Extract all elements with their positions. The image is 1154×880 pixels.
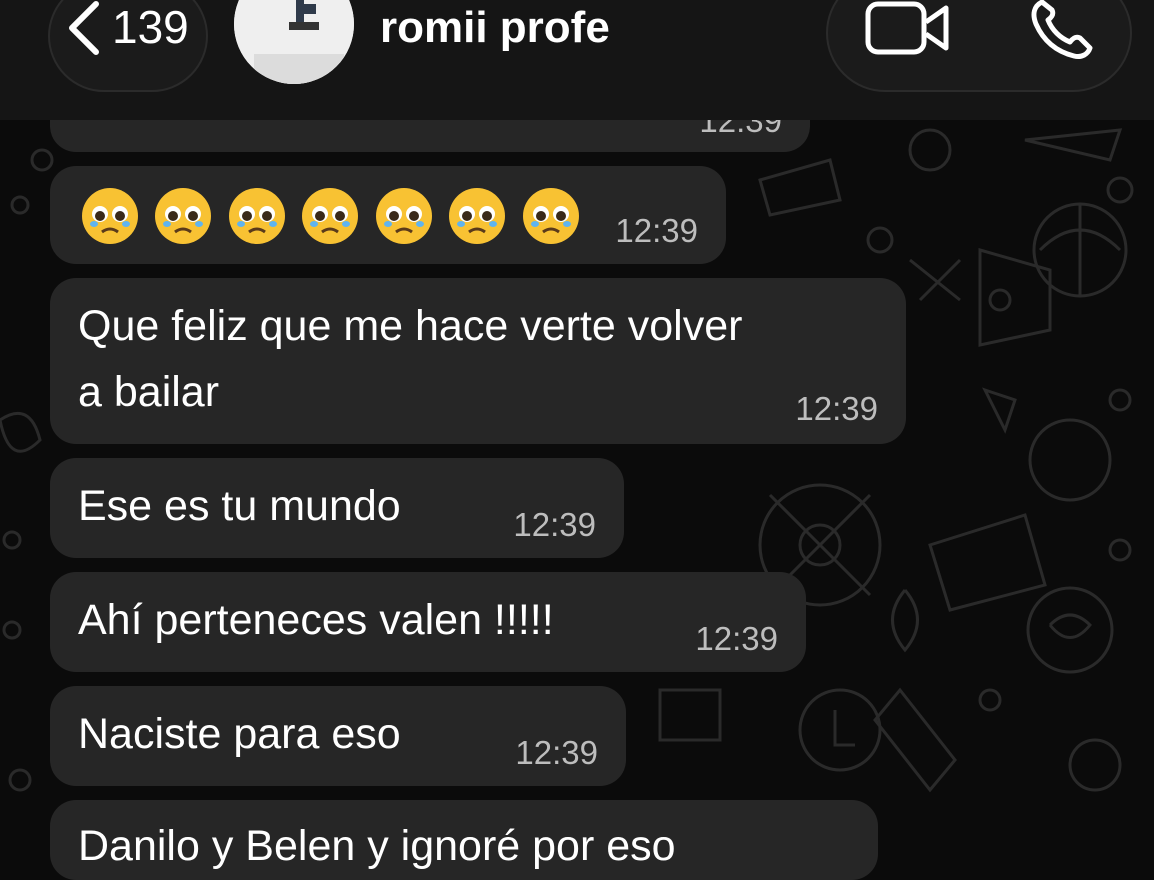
message-bubble[interactable]: Ese es tu mundo 12:39	[50, 458, 624, 558]
pleading-face-icon	[522, 188, 579, 244]
pleading-face-icon	[302, 188, 359, 244]
message-text: Ese es tu mundo	[78, 482, 401, 530]
message-text: Naciste para eso	[78, 710, 401, 758]
emoji-row	[80, 186, 590, 248]
video-call-icon[interactable]	[864, 0, 950, 56]
message-time: 12:39	[795, 390, 878, 427]
pleading-face-icon	[155, 188, 212, 244]
message-text-line: a bailar	[78, 368, 220, 416]
chat-header: 139 romii profe	[0, 0, 1154, 120]
message-time: 12:39	[515, 734, 598, 771]
message-bubble[interactable]: Danilo y Belen y ignoré por eso	[50, 800, 878, 880]
pleading-face-icon	[375, 188, 432, 244]
avatar[interactable]	[234, 0, 354, 84]
message-bubble[interactable]: Naciste para eso 12:39	[50, 686, 626, 786]
phone-icon[interactable]	[1028, 0, 1094, 60]
message-time: 12:39	[615, 212, 698, 249]
message-time: 12:39	[513, 506, 596, 543]
contact-name[interactable]: romii profe	[380, 3, 610, 53]
message-time: 12:39	[695, 620, 778, 657]
pleading-face-icon	[228, 188, 285, 244]
pleading-face-icon	[82, 188, 138, 244]
message-bubble[interactable]: 12:39	[50, 166, 726, 264]
message-text: Ahí perteneces valen !!!!!	[78, 596, 554, 644]
message-bubble[interactable]: Que feliz que me hace verte volver a bai…	[50, 278, 906, 444]
chevron-left-icon[interactable]	[66, 0, 102, 56]
message-bubble[interactable]: Ahí perteneces valen !!!!! 12:39	[50, 572, 806, 672]
pleading-face-icon	[449, 188, 506, 244]
message-text-line: Que feliz que me hace verte volver	[78, 302, 743, 350]
message-text: Danilo y Belen y ignoré por eso	[78, 822, 676, 870]
unread-count[interactable]: 139	[112, 1, 189, 53]
